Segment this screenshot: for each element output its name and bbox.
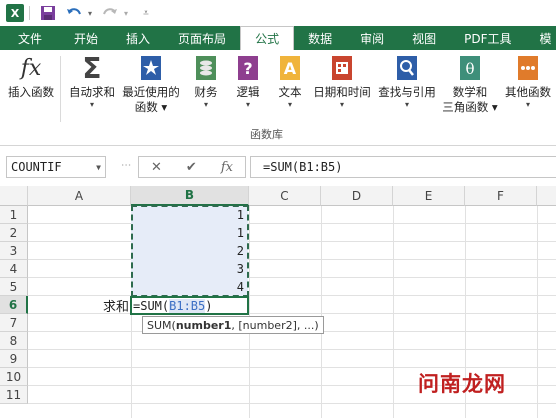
worksheet-grid: A B C D E F 1 2 3 4 5 6 7 8 9 10 11 1 1 … [0, 186, 556, 418]
gridline [28, 259, 556, 260]
row-header-8[interactable]: 8 [0, 332, 28, 350]
watermark: 问南龙网 [418, 372, 506, 396]
column-header-e[interactable]: E [393, 186, 465, 206]
dropdown-arrow-icon: ▾ [245, 100, 250, 109]
tab-view[interactable]: 视图 [398, 26, 450, 50]
quick-access-toolbar: X ▾ ▾ ⩡ [0, 0, 556, 26]
dropdown-arrow-icon: ▾ [339, 100, 344, 109]
row-header-4[interactable]: 4 [0, 260, 28, 278]
column-header-d[interactable]: D [321, 186, 393, 206]
row-header-10[interactable]: 10 [0, 368, 28, 386]
dropdown-arrow-icon: ▾ [89, 100, 94, 109]
question-book-icon: ? [235, 54, 261, 82]
column-header-g[interactable] [537, 186, 556, 206]
gridline [393, 206, 394, 418]
calendar-book-icon [329, 54, 355, 82]
select-all-corner[interactable] [0, 186, 28, 206]
autosum-button[interactable]: Σ 自动求和 ▾ [64, 51, 120, 110]
text-button[interactable]: A 文本 ▾ [272, 54, 308, 110]
lookup-reference-button[interactable]: 查找与引用 ▾ [376, 54, 438, 110]
tab-data[interactable]: 数据 [294, 26, 346, 50]
function-tooltip: SUM(number1, [number2], ...) [142, 316, 324, 334]
more-functions-icon [515, 54, 541, 82]
tab-page-layout[interactable]: 页面布局 [164, 26, 240, 50]
column-header-f[interactable]: F [465, 186, 537, 206]
undo-icon[interactable] [63, 2, 85, 24]
sigma-icon: Σ [82, 51, 102, 85]
tab-formulas[interactable]: 公式 [240, 26, 295, 50]
row-header-5[interactable]: 5 [0, 278, 28, 296]
svg-text:?: ? [243, 59, 252, 78]
column-header-c[interactable]: C [249, 186, 321, 206]
separator [29, 6, 30, 20]
text-book-icon: A [277, 54, 303, 82]
column-header-b[interactable]: B [131, 186, 249, 206]
dropdown-arrow-icon: ▾ [404, 100, 409, 109]
magnifier-book-icon [394, 54, 420, 82]
cell-b6-editing[interactable]: =SUM(B1:B5) [130, 296, 249, 315]
tab-home[interactable]: 开始 [60, 26, 112, 50]
ribbon-formulas: fx 插入函数 Σ 自动求和 ▾ 最近使用的 函数 ▾ 财务 ▾ ? 逻辑 ▾ A… [0, 50, 556, 146]
row-header-6[interactable]: 6 [0, 296, 28, 314]
excel-logo-icon: X [4, 2, 26, 24]
row-header-11[interactable]: 11 [0, 386, 28, 404]
math-trig-button[interactable]: θ 数学和 三角函数 ▾ [440, 54, 500, 115]
resize-handle-icon[interactable]: ⋮ [120, 160, 131, 168]
chevron-down-icon[interactable]: ▼ [96, 163, 101, 172]
formula-bar: COUNTIF ▼ ⋮ ✕ ✔ fx =SUM(B1:B5) [0, 146, 556, 186]
enter-icon[interactable]: ✔ [186, 160, 197, 175]
formula-input[interactable]: =SUM(B1:B5) [250, 156, 556, 178]
insert-function-button[interactable]: fx 插入函数 [4, 54, 58, 100]
row-header-2[interactable]: 2 [0, 224, 28, 242]
row-header-3[interactable]: 3 [0, 242, 28, 260]
dropdown-arrow-icon: ▾ [287, 100, 292, 109]
gridline [249, 206, 250, 418]
formula-buttons: ✕ ✔ fx [138, 156, 246, 178]
financial-button[interactable]: 财务 ▾ [188, 54, 224, 110]
tab-insert[interactable]: 插入 [112, 26, 164, 50]
redo-dropdown-icon[interactable]: ▾ [121, 2, 131, 24]
gridline [321, 206, 322, 418]
coins-icon [193, 54, 219, 82]
ribbon-tabs: 文件 开始 插入 页面布局 公式 数据 审阅 视图 PDF工具 模 [0, 26, 556, 50]
row-header-1[interactable]: 1 [0, 206, 28, 224]
tab-pdf-tools[interactable]: PDF工具 [450, 26, 525, 50]
name-box[interactable]: COUNTIF ▼ [6, 156, 106, 178]
gridline [28, 223, 556, 224]
recently-used-button[interactable]: 最近使用的 函数 ▾ [118, 54, 184, 115]
separator [60, 56, 61, 122]
gridline [28, 277, 556, 278]
row-header-7[interactable]: 7 [0, 314, 28, 332]
gridline [28, 349, 556, 350]
star-book-icon [138, 54, 164, 82]
group-label-function-library: 函数库 [250, 128, 283, 141]
logical-button[interactable]: ? 逻辑 ▾ [230, 54, 266, 110]
tooltip-active-arg[interactable]: number1 [176, 319, 232, 332]
undo-dropdown-icon[interactable]: ▾ [85, 2, 95, 24]
customize-toolbar-icon[interactable]: ⩡ [135, 2, 157, 24]
gridline [28, 241, 556, 242]
svg-text:A: A [284, 59, 297, 78]
tab-more[interactable]: 模 [526, 26, 552, 50]
cancel-icon[interactable]: ✕ [151, 160, 162, 175]
redo-icon[interactable] [99, 2, 121, 24]
gridline [28, 403, 556, 404]
column-header-a[interactable]: A [28, 186, 131, 206]
row-header-9[interactable]: 9 [0, 350, 28, 368]
fx-icon: fx [20, 55, 42, 81]
svg-text:θ: θ [465, 60, 474, 78]
tab-file[interactable]: 文件 [0, 26, 61, 50]
date-time-button[interactable]: 日期和时间 ▾ [312, 54, 372, 110]
dropdown-arrow-icon: ▾ [525, 100, 530, 109]
insert-function-icon[interactable]: fx [221, 160, 233, 175]
tab-review[interactable]: 审阅 [346, 26, 398, 50]
theta-book-icon: θ [457, 54, 483, 82]
save-icon[interactable] [37, 2, 59, 24]
cell-a6[interactable]: 求和 [28, 296, 131, 315]
range-reference: B1:B5 [169, 298, 206, 313]
gridline [537, 206, 538, 418]
dropdown-arrow-icon: ▾ [203, 100, 208, 109]
range-marquee [131, 205, 249, 297]
more-functions-button[interactable]: 其他函数 ▾ [500, 54, 556, 110]
